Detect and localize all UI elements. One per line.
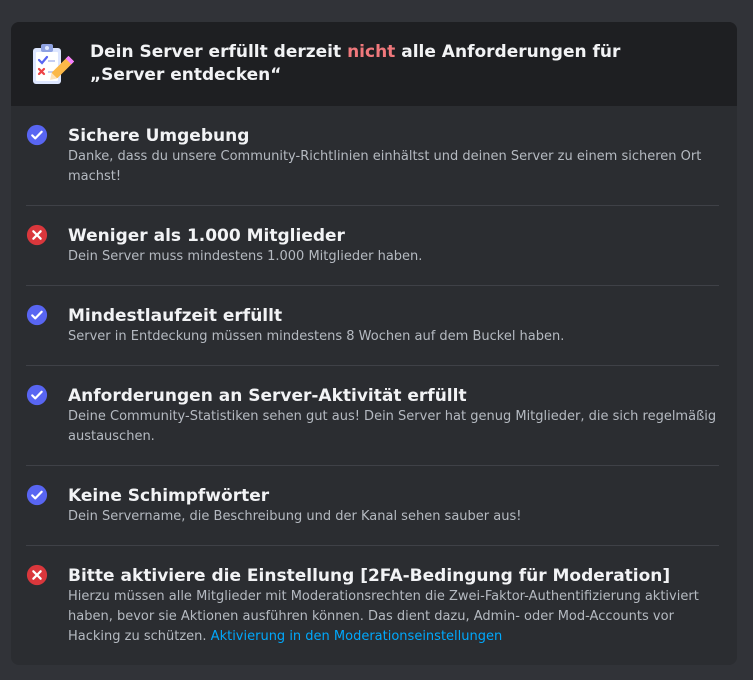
requirement-title: Mindestlaufzeit erfüllt xyxy=(68,306,283,326)
requirement-body: Bitte aktiviere die Einstellung [2FA-Bed… xyxy=(68,546,718,665)
discovery-requirements-card: Dein Server erfüllt derzeit nicht alle A… xyxy=(11,22,737,665)
requirement-description: Dein Servername, die Beschreibung und de… xyxy=(68,507,718,527)
requirement-description-text: Deine Community-Statistiken sehen gut au… xyxy=(68,409,717,444)
requirement-description-text: Dein Servername, die Beschreibung und de… xyxy=(68,509,522,524)
clipboard-checklist-icon xyxy=(33,44,74,84)
requirement-item: Mindestlaufzeit erfüllt Server in Entdeck… xyxy=(26,286,719,366)
requirement-item: Sichere Umgebung Danke, dass du unsere Co… xyxy=(26,106,719,206)
requirement-body: Keine Schimpfwörter Dein Servername, die … xyxy=(68,466,718,545)
requirements-list: Sichere Umgebung Danke, dass du unsere Co… xyxy=(11,106,737,665)
requirement-title: Keine Schimpfwörter xyxy=(68,486,270,506)
requirements-title: Dein Server erfüllt derzeit nicht alle A… xyxy=(90,42,621,85)
requirement-item: Anforderungen an Server-Aktivität erfüll… xyxy=(26,366,719,466)
check-circle-icon xyxy=(26,484,48,506)
x-circle-icon xyxy=(26,224,48,246)
moderation-settings-link[interactable]: Aktivierung in den Moderationseinstellun… xyxy=(211,629,503,644)
check-circle-icon xyxy=(26,124,48,146)
requirement-description-text: Danke, dass du unsere Community-Richtlin… xyxy=(68,149,702,184)
requirement-description: Deine Community-Statistiken sehen gut au… xyxy=(68,407,718,447)
requirement-description: Hierzu müssen alle Mitglieder mit Modera… xyxy=(68,587,718,647)
check-circle-icon xyxy=(26,304,48,326)
requirement-description: Danke, dass du unsere Community-Richtlin… xyxy=(68,147,718,187)
requirement-description: Server in Entdeckung müssen mindestens 8… xyxy=(68,327,718,347)
requirements-header: Dein Server erfüllt derzeit nicht alle A… xyxy=(11,22,737,106)
requirement-description-text: Server in Entdeckung müssen mindestens 8… xyxy=(68,329,565,344)
requirement-body: Weniger als 1.000 Mitglieder Dein Server … xyxy=(68,206,718,285)
requirement-title: Weniger als 1.000 Mitglieder xyxy=(68,226,345,246)
check-circle-icon xyxy=(26,384,48,406)
requirement-body: Sichere Umgebung Danke, dass du unsere Co… xyxy=(68,106,718,205)
requirement-body: Anforderungen an Server-Aktivität erfüll… xyxy=(68,366,718,465)
requirement-title: Anforderungen an Server-Aktivität erfüll… xyxy=(68,386,467,406)
requirement-item: Weniger als 1.000 Mitglieder Dein Server … xyxy=(26,206,719,286)
requirement-description: Dein Server muss mindestens 1.000 Mitgli… xyxy=(68,247,718,267)
title-highlight: nicht xyxy=(347,42,396,62)
requirement-item: Bitte aktiviere die Einstellung [2FA-Bed… xyxy=(26,546,719,665)
x-circle-icon xyxy=(26,564,48,586)
requirement-body: Mindestlaufzeit erfüllt Server in Entdeck… xyxy=(68,286,718,365)
requirement-item: Keine Schimpfwörter Dein Servername, die … xyxy=(26,466,719,546)
requirement-description-text: Dein Server muss mindestens 1.000 Mitgli… xyxy=(68,249,423,264)
requirement-title: Sichere Umgebung xyxy=(68,126,250,146)
requirement-title: Bitte aktiviere die Einstellung [2FA-Bed… xyxy=(68,566,671,586)
